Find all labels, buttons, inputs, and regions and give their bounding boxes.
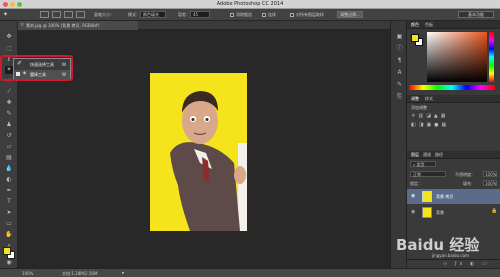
zoom-level[interactable]: 100% (22, 271, 33, 276)
sample-all-checkbox[interactable] (290, 13, 294, 17)
type-tool-icon[interactable]: T (5, 198, 13, 206)
right-panels: 颜色 色板 调整 样式 添加调整 ☀▥◪▲▦ ◧◨▣●▦ 图层 通道 路径 ⌕ 类… (407, 21, 500, 275)
intersect-selection-icon[interactable] (76, 11, 85, 18)
layers-panel-tabs: 图层 通道 路径 (407, 151, 500, 159)
panel-foreground-swatch[interactable] (411, 34, 419, 42)
sample-all-label: 对所有图层取样 (296, 12, 324, 17)
tab-adjustments[interactable]: 调整 (411, 96, 419, 102)
tolerance-label: 容差： (178, 12, 190, 17)
eyedropper-tool-icon[interactable]: ⁄ (5, 88, 13, 96)
status-menu-arrow-icon[interactable]: ▸ (122, 270, 125, 276)
fill-label: 填充： (463, 181, 475, 186)
contiguous-checkbox[interactable] (262, 13, 266, 17)
move-tool-icon[interactable]: ✥ (5, 33, 13, 41)
title-bar: Adobe Photoshop CC 2014 (0, 0, 500, 9)
marquee-tool-icon[interactable]: ⬚ (5, 45, 13, 53)
layer-row-background-copy[interactable]: ◉ 背景 拷贝 (407, 189, 500, 204)
tolerance-input[interactable]: 45 (190, 11, 210, 18)
blur-tool-icon[interactable]: 💧 (5, 165, 13, 173)
contiguous-label: 连续 (268, 12, 276, 17)
status-bar: 100% 文档:1.28M/2.56M ▸ (0, 268, 500, 277)
opacity-label: 不透明度： (455, 172, 475, 177)
workspace-switcher[interactable]: 基本功能 (458, 11, 494, 18)
tool-preset-icon[interactable]: ✦ (3, 11, 11, 19)
path-selection-icon[interactable]: ➤ (5, 209, 13, 217)
foreground-color-swatch[interactable] (3, 247, 11, 255)
annotation-highlight (0, 55, 73, 81)
tab-styles[interactable]: 样式 (425, 96, 433, 102)
tab-channels[interactable]: 通道 (423, 152, 431, 158)
visibility-eye-icon[interactable]: ◉ (411, 209, 415, 215)
layer-kind-filter[interactable]: ⌕ 类型 (410, 161, 436, 167)
clone-stamp-icon[interactable]: ♟ (5, 121, 13, 129)
panel-icon-strip: ▣ ⓘ ¶ A ✎ ⎘ (390, 21, 407, 268)
healing-brush-icon[interactable]: ✚ (5, 99, 13, 107)
shape-tool-icon[interactable]: ▭ (5, 220, 13, 228)
add-to-selection-icon[interactable] (52, 11, 61, 18)
hand-tool-icon[interactable]: ✋ (5, 231, 13, 239)
tab-swatches[interactable]: 色板 (425, 22, 433, 28)
history-brush-icon[interactable]: ↺ (5, 132, 13, 140)
properties-panel-icon[interactable]: ⓘ (395, 45, 404, 53)
antialias-checkbox[interactable] (230, 13, 234, 17)
quick-mask-icon[interactable]: ◉ (5, 259, 13, 267)
options-bar: ✦ 画笔大小： 模式： 颜色填充 容差： 45 消除锯齿 连续 对所有图层取样 … (0, 9, 500, 21)
adjust-panel-tabs: 调整 样式 (407, 95, 500, 103)
layer-name: 背景 拷贝 (436, 194, 454, 199)
history-panel-icon[interactable]: ▣ (395, 33, 404, 41)
kind-filter-value: 类型 (416, 162, 425, 167)
layer-thumbnail (422, 191, 432, 202)
brush-panel-icon[interactable]: ✎ (395, 81, 404, 89)
eraser-tool-icon[interactable]: ▱ (5, 143, 13, 151)
blend-mode-select[interactable]: 正常 (410, 171, 446, 177)
gradient-tool-icon[interactable]: ▤ (5, 154, 13, 162)
document-info: 文档:1.28M/2.56M (62, 271, 98, 276)
visibility-eye-icon[interactable]: ◉ (411, 193, 415, 199)
subtract-from-selection-icon[interactable] (64, 11, 73, 18)
antialias-label: 消除锯齿 (236, 12, 252, 17)
clone-source-icon[interactable]: ⎘ (395, 93, 404, 101)
mode-label: 模式： (128, 12, 140, 17)
fill-input[interactable]: 100% (483, 180, 497, 186)
document-tab-bar: × 素材.jpg @ 100% (背景 拷贝, RGB/8#) (18, 21, 390, 30)
lock-label: 锁定： (410, 181, 422, 186)
close-document-icon[interactable]: × (20, 22, 24, 28)
lock-icon: 🔒 (491, 208, 498, 214)
size-label: 画笔大小： (94, 12, 114, 17)
portrait-photo (170, 91, 247, 231)
paragraph-panel-icon[interactable]: ¶ (395, 57, 404, 65)
app-title: Adobe Photoshop CC 2014 (216, 1, 284, 7)
watermark-logo-text: Baidu 经验 (396, 236, 480, 254)
layer-row-background[interactable]: ◉ 背景 🔒 (407, 205, 500, 220)
tab-color[interactable]: 颜色 (411, 22, 419, 28)
color-ramp[interactable] (409, 85, 495, 90)
dodge-tool-icon[interactable]: ◐ (5, 176, 13, 184)
document-title: 素材.jpg @ 100% (背景 拷贝, RGB/8#) (26, 23, 100, 28)
hue-slider[interactable] (489, 32, 494, 82)
layer-thumbnail (422, 207, 432, 218)
adjustments-title: 添加调整 (411, 105, 427, 110)
adjustment-icons[interactable]: ☀▥◪▲▦ ◧◨▣●▦ (411, 112, 491, 132)
new-selection-icon[interactable] (40, 11, 49, 18)
refine-edge-button[interactable]: 调整边缘... (337, 11, 363, 18)
document-canvas[interactable] (150, 73, 247, 231)
color-picker-field[interactable] (427, 32, 487, 82)
watermark-url: jingyan.baidu.com (432, 253, 469, 258)
color-panel-tabs: 颜色 色板 (407, 21, 500, 29)
mode-select[interactable]: 颜色填充 (140, 11, 166, 18)
tab-layers[interactable]: 图层 (411, 152, 419, 158)
watermark: Baidu 经验 jingyan.baidu.com (396, 234, 496, 262)
opacity-input[interactable]: 100% (483, 171, 497, 177)
layer-name: 背景 (436, 210, 444, 215)
character-panel-icon[interactable]: A (395, 69, 404, 77)
pen-tool-icon[interactable]: ✒ (5, 187, 13, 195)
tab-paths[interactable]: 路径 (435, 152, 443, 158)
brush-tool-icon[interactable]: ✎ (5, 110, 13, 118)
